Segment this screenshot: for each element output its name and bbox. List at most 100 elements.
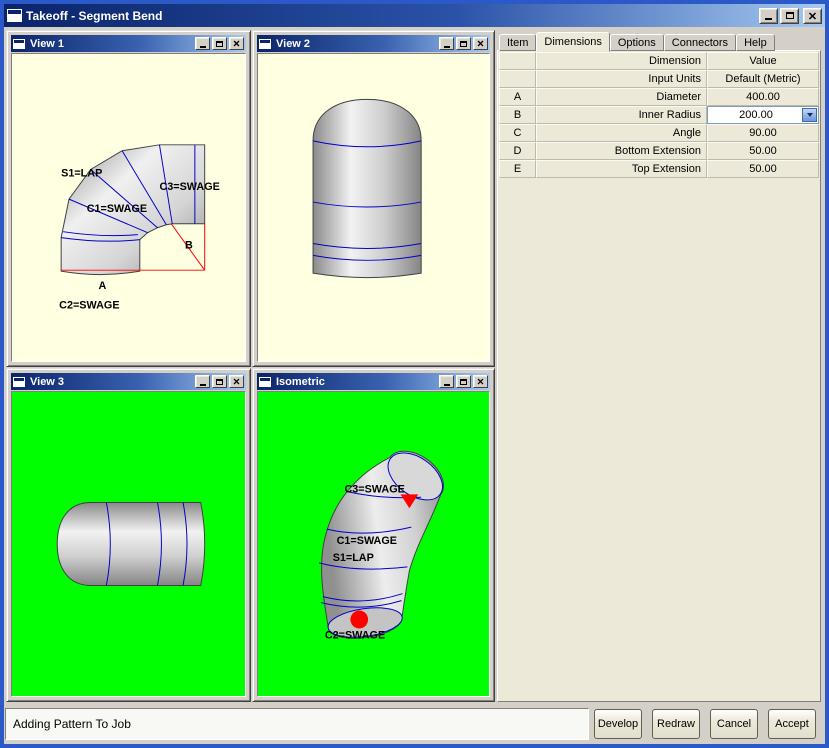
row-key: B [499, 106, 536, 124]
row-dimension: Bottom Extension [536, 142, 707, 160]
view3-icon [13, 376, 25, 387]
dimensions-grid: Dimension Value Input Units Default (Met… [499, 52, 819, 178]
row-value[interactable]: 50.00 [707, 142, 819, 160]
grid-header-dimension: Dimension [536, 52, 707, 70]
tab-connectors-label: Connectors [671, 36, 729, 49]
pipe-front-outline [312, 98, 422, 279]
maximize-icon [460, 40, 467, 47]
row-key: D [499, 142, 536, 160]
tab-help-label: Help [744, 36, 767, 49]
view3-canvas[interactable] [11, 391, 246, 697]
row-value[interactable]: Default (Metric) [707, 70, 819, 88]
tab-item[interactable]: Item [499, 34, 537, 51]
row-key: E [499, 160, 536, 178]
minimize-icon [199, 45, 206, 48]
view1-window: View 1 S1=LAP C3=SWAGE C1=SWAGE B A C2=S… [6, 30, 251, 367]
tab-connectors[interactable]: Connectors [663, 34, 737, 51]
maximize-icon [216, 40, 223, 47]
maximize-icon [460, 378, 467, 385]
label-dim-b: B [185, 239, 193, 251]
row-value[interactable]: 400.00 [707, 88, 819, 106]
tab-item-label: Item [507, 36, 529, 49]
window-title: Takeoff - Segment Bend [26, 8, 163, 23]
grid-header-value: Value [707, 52, 819, 70]
combo-value: 200.00 [739, 109, 773, 121]
minimize-icon [443, 383, 450, 386]
chevron-down-icon [806, 113, 813, 117]
isometric-minimize-button[interactable] [439, 375, 454, 388]
view2-titlebar[interactable]: View 2 [257, 35, 490, 52]
view2-close-button[interactable] [473, 37, 488, 50]
close-icon [233, 40, 240, 47]
isometric-titlebar[interactable]: Isometric [257, 373, 490, 390]
isometric-maximize-button[interactable] [456, 375, 471, 388]
titlebar[interactable]: Takeoff - Segment Bend [4, 4, 825, 27]
minimize-icon [199, 383, 206, 386]
tab-bar: Item Dimensions Options Connectors Help [499, 31, 775, 52]
view1-canvas[interactable]: S1=LAP C3=SWAGE C1=SWAGE B A C2=SWAGE [11, 53, 246, 362]
app-window: Takeoff - Segment Bend View 1 S1=LAP C3=… [0, 0, 829, 748]
label-s1-lap: S1=LAP [333, 552, 374, 564]
dimensions-panel: Dimension Value Input Units Default (Met… [497, 50, 821, 702]
row-dimension: Angle [536, 124, 707, 142]
label-s1-lap: S1=LAP [61, 167, 102, 179]
label-c1-swage: C1=SWAGE [87, 203, 147, 215]
view1-titlebar[interactable]: View 1 [11, 35, 246, 52]
row-key [499, 70, 536, 88]
minimize-icon [765, 18, 772, 20]
row-value[interactable]: 90.00 [707, 124, 819, 142]
close-button[interactable] [803, 7, 822, 24]
view2-canvas[interactable] [257, 53, 490, 362]
pipe-side-outline [56, 502, 206, 586]
view3-titlebar[interactable]: View 3 [11, 373, 246, 390]
develop-button[interactable]: Develop [594, 709, 642, 739]
accept-button[interactable]: Accept [768, 709, 816, 739]
view3-minimize-button[interactable] [195, 375, 210, 388]
view3-title: View 3 [30, 375, 65, 388]
row-dimension: Top Extension [536, 160, 707, 178]
tab-dimensions[interactable]: Dimensions [536, 32, 610, 52]
view3-maximize-button[interactable] [212, 375, 227, 388]
row-key: A [499, 88, 536, 106]
tab-dimensions-label: Dimensions [544, 36, 602, 48]
close-icon [477, 40, 484, 47]
isometric-icon [259, 376, 271, 387]
close-icon [477, 378, 484, 385]
view2-maximize-button[interactable] [456, 37, 471, 50]
maximize-icon [785, 12, 794, 19]
view3-close-button[interactable] [229, 375, 244, 388]
view2-icon [259, 38, 271, 49]
maximize-button[interactable] [780, 7, 799, 24]
minimize-button[interactable] [759, 7, 778, 24]
view1-maximize-button[interactable] [212, 37, 227, 50]
status-bar: Adding Pattern To Job [5, 708, 589, 740]
grid-corner-cell [499, 52, 536, 70]
cancel-button[interactable]: Cancel [710, 709, 758, 739]
minimize-icon [443, 45, 450, 48]
tab-options[interactable]: Options [609, 34, 664, 51]
label-dim-a: A [99, 280, 107, 292]
red-circle-marker[interactable] [350, 610, 369, 629]
label-c2-swage: C2=SWAGE [325, 629, 385, 641]
row-value[interactable]: 50.00 [707, 160, 819, 178]
label-c3-swage: C3=SWAGE [345, 483, 405, 495]
view3-window: View 3 [6, 368, 251, 702]
close-icon [808, 11, 817, 20]
label-c2-swage: C2=SWAGE [59, 300, 119, 312]
inner-radius-combobox[interactable]: 200.00 [707, 106, 819, 124]
view2-title: View 2 [276, 37, 311, 50]
isometric-canvas[interactable]: C3=SWAGE C1=SWAGE S1=LAP C2=SWAGE [257, 391, 490, 697]
combo-dropdown-button[interactable] [802, 108, 817, 122]
isometric-close-button[interactable] [473, 375, 488, 388]
row-dimension: Diameter [536, 88, 707, 106]
redraw-button[interactable]: Redraw [652, 709, 700, 739]
tab-help[interactable]: Help [736, 34, 775, 51]
app-icon [7, 9, 22, 22]
view1-close-button[interactable] [229, 37, 244, 50]
view2-minimize-button[interactable] [439, 37, 454, 50]
close-icon [233, 378, 240, 385]
view2-window: View 2 [252, 30, 495, 367]
maximize-icon [216, 378, 223, 385]
isometric-window: Isometric C3=SWAGE C1=SWAGE S1=LAP C2=SW… [252, 368, 495, 702]
view1-minimize-button[interactable] [195, 37, 210, 50]
